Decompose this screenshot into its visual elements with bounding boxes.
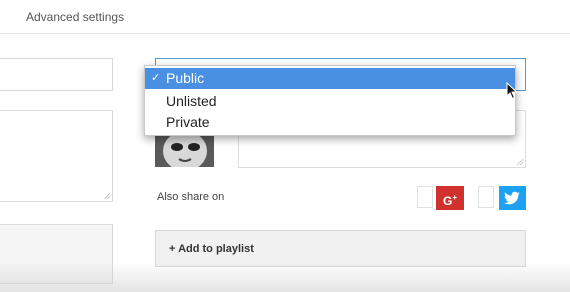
tags-input[interactable] (0, 224, 113, 284)
twitter-share-button[interactable] (499, 186, 526, 210)
add-to-playlist-label: + Add to playlist (169, 243, 254, 255)
mouse-pointer-icon (506, 82, 518, 100)
option-label: Private (166, 114, 210, 130)
gplus-share-button[interactable]: G+ (436, 186, 464, 210)
resize-grip-icon[interactable] (516, 158, 523, 165)
option-label: Unlisted (166, 93, 217, 109)
twitter-bird-icon (504, 191, 520, 205)
tab-advanced-settings[interactable]: Advanced settings (26, 10, 124, 24)
gplus-icon: G+ (442, 193, 457, 208)
privacy-dropdown-menu: ✓ Public Unlisted Private (144, 65, 516, 136)
twitter-checkbox[interactable] (478, 186, 494, 208)
add-to-playlist-button[interactable]: + Add to playlist (155, 230, 526, 267)
privacy-option-private[interactable]: Private (145, 112, 515, 133)
checkmark-icon: ✓ (151, 72, 161, 84)
description-textarea[interactable] (0, 110, 113, 202)
option-label: Public (166, 70, 205, 86)
resize-grip-icon[interactable] (103, 192, 110, 199)
gplus-checkbox[interactable] (417, 186, 433, 208)
privacy-option-public[interactable]: ✓ Public (145, 68, 515, 89)
privacy-option-unlisted[interactable]: Unlisted (145, 91, 515, 112)
tab-bar: Advanced settings (0, 0, 570, 34)
share-label: Also share on (157, 191, 225, 203)
title-input[interactable] (0, 58, 113, 91)
